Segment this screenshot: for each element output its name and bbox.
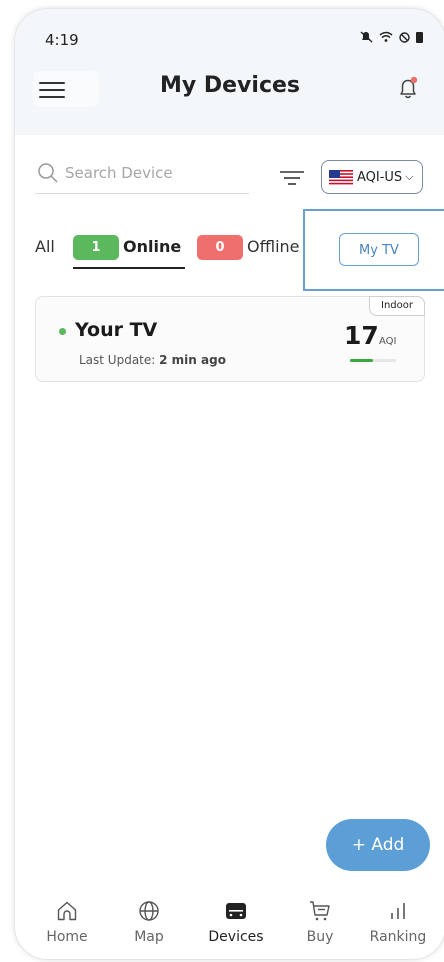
header-bar: 4:19 My Devices [15,9,444,135]
aqi-level-bar [350,359,396,362]
aqi-level-fill [350,359,373,362]
battery-icon [416,31,423,43]
last-update-prefix: Last Update: [79,353,156,367]
nav-buy[interactable]: Buy [280,899,360,945]
my-tv-button[interactable]: My TV [339,233,419,266]
nav-ranking-label: Ranking [369,929,427,945]
nav-home[interactable]: Home [27,899,107,945]
tab-online-label: Online [123,237,182,256]
devices-icon [226,903,246,919]
us-flag-icon [329,169,353,185]
online-count-badge: 1 [73,235,119,260]
aqi-unit: AQI [379,336,397,347]
notification-dot [410,76,418,84]
status-icons [360,31,423,43]
nav-buy-label: Buy [306,929,334,945]
online-status-dot [59,328,66,335]
chevron-down-icon: ⌵ [405,170,414,183]
notification-bell-icon[interactable] [393,73,423,103]
search-box[interactable] [35,155,249,194]
aqi-value: 17 [344,321,379,350]
home-icon [57,901,77,921]
phone-frame: 4:19 My Devices Search Device AQI-US ⌵ A… [14,8,444,960]
ranking-icon [391,903,405,919]
status-time: 4:19 [45,31,79,49]
last-update-time: 2 min ago [159,353,226,367]
device-location-tag: Indoor [369,296,425,316]
search-input[interactable] [65,161,245,185]
nav-map[interactable]: Map [109,899,189,945]
nav-home-label: Home [46,929,88,945]
device-card[interactable]: Indoor Your TV Last Update: 2 min ago 17… [35,296,425,382]
filter-icon[interactable] [279,167,305,189]
tab-online[interactable]: 1 Online [73,231,185,269]
nav-ranking[interactable]: Ranking [358,899,438,945]
page-title: My Devices [159,73,300,98]
offline-count-badge: 0 [197,235,243,260]
tab-all[interactable]: All [35,237,55,256]
wifi-icon [379,31,393,42]
search-icon [38,163,58,183]
nav-map-label: Map [134,929,164,945]
last-update: Last Update: 2 min ago [79,353,226,367]
dnd-icon [399,31,410,43]
globe-icon [139,901,159,921]
nav-devices[interactable]: Devices [196,899,276,945]
tab-offline[interactable]: 0 Offline [197,231,307,267]
mute-icon [360,31,373,43]
bottom-nav: Home Map Devices Buy Ranking [15,889,444,959]
add-device-button[interactable]: + Add [326,819,430,871]
region-label: AQI-US [357,169,403,185]
region-selector[interactable]: AQI-US ⌵ [321,160,423,194]
nav-devices-label: Devices [208,929,264,945]
tab-offline-label: Offline [247,237,300,256]
device-name: Your TV [75,319,158,341]
cart-icon [310,901,330,921]
